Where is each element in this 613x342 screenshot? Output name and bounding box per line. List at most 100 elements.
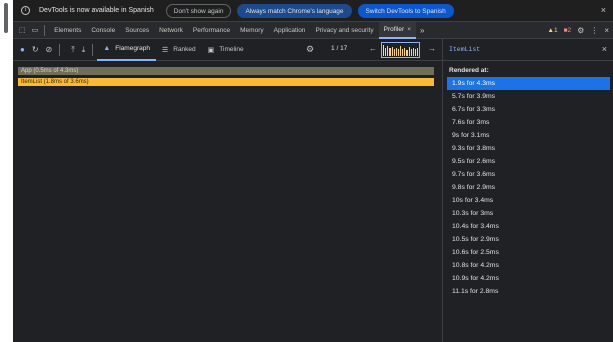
close-devtools-icon[interactable]: × (604, 26, 609, 35)
render-list-item[interactable]: 10.3s for 3ms (447, 207, 610, 220)
devtools-tabbar: ⬚ ▭ Elements Console Sources Network Per… (13, 21, 613, 39)
commit-bar[interactable] (400, 45, 402, 56)
commit-current: 1 (331, 45, 335, 52)
tab-console[interactable]: Console (86, 22, 120, 39)
tab-timeline[interactable]: ▣ Timeline (202, 39, 250, 61)
commit-bar[interactable] (397, 49, 399, 56)
inspect-element-icon[interactable]: ⬚ (19, 26, 26, 34)
commit-separator: / (336, 45, 339, 52)
tab-timeline-label: Timeline (219, 46, 244, 53)
tab-network[interactable]: Network (154, 22, 188, 39)
tab-ranked[interactable]: ☰ Ranked (156, 39, 202, 61)
commit-bar[interactable] (404, 47, 406, 56)
ranked-icon: ☰ (161, 46, 169, 54)
commit-bar[interactable] (383, 44, 385, 56)
tab-elements[interactable]: Elements (49, 22, 86, 39)
record-icon[interactable]: ● (20, 45, 25, 54)
rendered-at-label: Rendered at: (449, 67, 489, 74)
render-list: 1.9s for 4.3ms 5.7s for 3.9ms 6.7s for 3.3… (447, 77, 610, 298)
commit-bar[interactable] (410, 48, 412, 56)
component-sidebar: ItemList × Rendered at: 1.9s for 4.3ms 5.… (442, 39, 613, 342)
render-list-item[interactable]: 9.3s for 3.8ms (447, 142, 610, 155)
render-list-item[interactable]: 1.9s for 4.3ms (447, 77, 610, 90)
error-count-value: 2 (567, 27, 572, 34)
switch-language-button[interactable]: Switch DevTools to Spanish (357, 3, 454, 18)
commit-bar[interactable] (391, 47, 393, 56)
tab-memory[interactable]: Memory (235, 22, 268, 39)
tab-flamegraph-label: Flamegraph (115, 45, 150, 52)
close-icon[interactable]: × (602, 44, 607, 54)
commit-bar[interactable] (402, 48, 404, 56)
error-count[interactable]: ■2 (564, 27, 572, 34)
devtools-window: i DevTools is now available in Spanish D… (13, 0, 613, 342)
resize-grip[interactable] (4, 3, 8, 33)
reload-and-profile-icon[interactable]: ↻ (32, 45, 39, 54)
previous-commit-icon[interactable]: ← (369, 44, 377, 53)
sidebar-header: ItemList × (443, 39, 613, 61)
warning-count[interactable]: ▲1 (548, 27, 558, 34)
tab-profiler[interactable]: Profiler × (378, 21, 416, 39)
info-icon: i (21, 6, 30, 15)
menu-icon[interactable]: ⋮ (590, 26, 598, 35)
tab-flamegraph[interactable]: ▲ Flamegraph (97, 39, 156, 61)
tab-sources[interactable]: Sources (120, 22, 154, 39)
tab-application[interactable]: Application (269, 22, 311, 39)
render-list-item[interactable]: 10.9s for 4.2ms (447, 272, 610, 285)
render-list-item[interactable]: 10.5s for 2.9ms (447, 233, 610, 246)
clear-icon[interactable]: ⊘ (46, 45, 53, 54)
profiler-settings-icon[interactable]: ⚙ (306, 44, 314, 55)
render-list-item[interactable]: 9.8s for 2.9ms (447, 181, 610, 194)
warning-count-value: 1 (553, 27, 558, 34)
commit-bar[interactable] (387, 46, 389, 56)
divider (44, 24, 46, 36)
close-icon[interactable]: × (601, 5, 606, 15)
commit-total: 17 (340, 45, 348, 52)
commit-selector[interactable] (381, 42, 420, 58)
commit-bar[interactable] (395, 47, 397, 56)
load-profile-icon[interactable]: ⤒ (71, 45, 75, 55)
settings-icon[interactable]: ⚙ (577, 26, 584, 35)
save-profile-icon[interactable]: ⤓ (82, 45, 86, 55)
device-toolbar-icon[interactable]: ▭ (32, 26, 39, 34)
more-tabs-icon[interactable]: » (420, 26, 424, 35)
tab-privacy-and-security[interactable]: Privacy and security (310, 22, 378, 39)
render-list-item[interactable]: 9.7s for 3.6ms (447, 168, 610, 181)
tab-performance[interactable]: Performance (188, 22, 235, 39)
commit-bar[interactable] (393, 48, 395, 56)
render-list-item[interactable]: 10s for 3.4ms (447, 194, 610, 207)
render-list-item[interactable]: 10.4s for 3.4ms (447, 220, 610, 233)
language-infobar: i DevTools is now available in Spanish D… (13, 0, 613, 22)
flame-icon: ▲ (103, 45, 111, 52)
render-list-item[interactable]: 11.1s for 2.8ms (447, 285, 610, 298)
next-commit-icon[interactable]: → (428, 44, 436, 53)
commit-bar[interactable] (417, 47, 419, 56)
commit-bar[interactable] (385, 47, 387, 56)
flamegraph-bar-itemlist[interactable]: ItemList (1.8ms of 3.6ms) (18, 78, 434, 86)
render-list-item[interactable]: 10.6s for 2.5ms (447, 246, 610, 259)
divider (92, 43, 94, 56)
render-list-item[interactable]: 5.7s for 3.9ms (447, 90, 610, 103)
commit-bar[interactable] (406, 50, 408, 56)
render-list-item[interactable]: 9.5s for 2.6ms (447, 155, 610, 168)
component-name: ItemList (449, 46, 481, 53)
commit-bar[interactable] (408, 47, 410, 56)
commit-bar[interactable] (412, 48, 414, 56)
render-list-item[interactable]: 6.7s for 3.3ms (447, 103, 610, 116)
dont-show-again-button[interactable]: Don't show again (165, 3, 232, 18)
left-gutter (0, 0, 13, 342)
commit-bar[interactable] (414, 49, 416, 56)
render-list-item[interactable]: 10.8s for 4.2ms (447, 259, 610, 272)
always-match-language-button[interactable]: Always match Chrome's language (237, 3, 352, 18)
render-list-item[interactable]: 9s for 3.1ms (447, 129, 610, 142)
render-list-item[interactable]: 7.6s for 3ms (447, 116, 610, 129)
toolbar-right: ▲1 ■2 ⚙ ⋮ × (548, 22, 609, 39)
timeline-icon: ▣ (207, 46, 215, 54)
tab-profiler-label: Profiler (383, 25, 405, 33)
commit-counter: 1 / 17 (331, 45, 347, 52)
commit-bar[interactable] (389, 48, 391, 56)
infobar-message: DevTools is now available in Spanish (39, 7, 154, 14)
flamegraph-bar-app[interactable]: App (0.5ms of 4.3ms) (18, 67, 434, 75)
tab-ranked-label: Ranked (173, 46, 196, 53)
divider (59, 43, 61, 56)
close-tab-icon[interactable]: × (407, 26, 411, 33)
